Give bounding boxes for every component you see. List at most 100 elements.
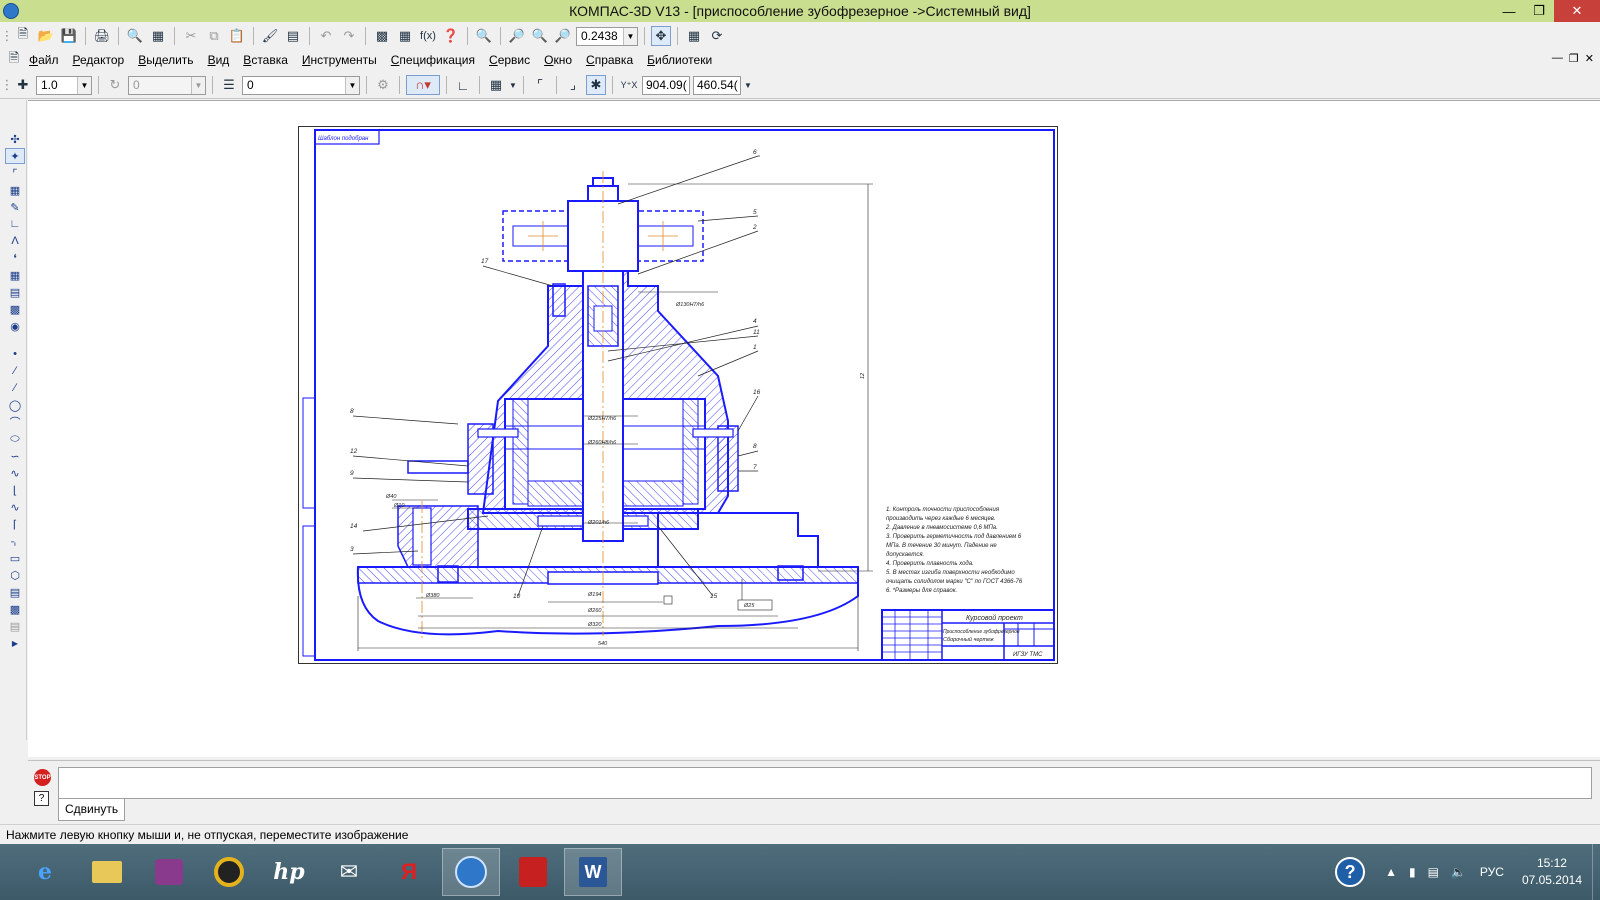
insert-toolset-icon[interactable]: ▩ xyxy=(5,301,25,317)
layer-combo[interactable]: 0 ▼ xyxy=(242,75,360,95)
doc-close-button[interactable]: ✕ xyxy=(1585,52,1594,65)
contour-icon[interactable]: ▩ xyxy=(5,601,25,617)
restore-button[interactable]: ❐ xyxy=(1524,0,1554,22)
language-indicator[interactable]: РУС xyxy=(1472,865,1512,879)
spline-icon[interactable]: ∽ xyxy=(5,448,25,464)
coord-x-field[interactable]: 904.09( xyxy=(642,75,690,95)
cursor-step-icon[interactable]: ✚ xyxy=(13,75,33,95)
tray-expand-icon[interactable]: ▲ xyxy=(1379,865,1403,879)
menu-select[interactable]: Выделить xyxy=(131,53,200,67)
word-icon[interactable]: W xyxy=(564,848,622,896)
polygon-icon[interactable]: ⬡ xyxy=(5,567,25,583)
format-brush-icon[interactable]: 🖌 xyxy=(260,26,280,46)
measure-toolset-icon[interactable]: ∟ xyxy=(5,216,25,232)
expand-panel-icon[interactable]: ▶ xyxy=(5,635,25,651)
pan-icon[interactable]: ✥ xyxy=(651,26,671,46)
close-button[interactable]: ✕ xyxy=(1554,0,1600,22)
copy-icon[interactable]: ⧉ xyxy=(204,26,224,46)
undo-icon[interactable]: ↶ xyxy=(316,26,336,46)
chevron-down-icon[interactable]: ▼ xyxy=(744,75,752,95)
yandex-browser-icon[interactable]: Я xyxy=(380,848,438,896)
arc-icon[interactable]: ⌒ xyxy=(5,414,25,430)
volume-icon[interactable]: 🔈 xyxy=(1445,865,1472,879)
clock[interactable]: 15:12 07.05.2014 xyxy=(1512,855,1592,889)
doc-restore-button[interactable]: ❐ xyxy=(1569,52,1579,65)
hatch-icon[interactable]: ▤ xyxy=(5,584,25,600)
save-icon[interactable]: 💾 xyxy=(59,26,79,46)
properties-icon[interactable]: ▤ xyxy=(283,26,303,46)
zoom-in-icon[interactable]: 🔍 xyxy=(530,26,550,46)
media-disc-icon[interactable] xyxy=(200,848,258,896)
paste-icon[interactable]: 📋 xyxy=(227,26,247,46)
help-tray-icon[interactable]: ? xyxy=(1335,857,1366,887)
step-combo[interactable]: 1.0 ▼ xyxy=(36,75,92,95)
doc-minimize-button[interactable]: — xyxy=(1552,52,1563,65)
print-icon[interactable]: 🖨 xyxy=(92,26,112,46)
menu-window[interactable]: Окно xyxy=(537,53,579,67)
presentation-app-icon[interactable] xyxy=(140,848,198,896)
menu-libraries[interactable]: Библиотеки xyxy=(640,53,719,67)
ie-icon[interactable]: e xyxy=(16,848,74,896)
pdf-reader-icon[interactable] xyxy=(504,848,562,896)
view-state-icon[interactable]: ⚙ xyxy=(373,75,393,95)
zoom-window-icon[interactable]: 🔍 xyxy=(474,26,494,46)
bezier-icon[interactable]: ∿ xyxy=(5,499,25,515)
fragments-toolset-icon[interactable]: ◉ xyxy=(5,318,25,334)
chamfer-icon[interactable]: ⌈ xyxy=(5,516,25,532)
collect-contour-icon[interactable]: ▤ xyxy=(5,618,25,634)
segment-icon[interactable]: ∕ xyxy=(5,380,25,396)
selection-toolset-icon[interactable]: Λ xyxy=(5,233,25,249)
designations-toolset-icon[interactable]: ⌜ xyxy=(5,165,25,181)
hp-icon[interactable]: hp xyxy=(260,848,318,896)
regenerate-icon[interactable]: ⟳ xyxy=(707,26,727,46)
point-icon[interactable]: • xyxy=(5,346,25,362)
redo-icon[interactable]: ↷ xyxy=(339,26,359,46)
rounding-icon[interactable]: ⌍ xyxy=(5,533,25,549)
tab-pan[interactable]: Сдвинуть xyxy=(58,799,126,821)
manager-icon[interactable]: ▦ xyxy=(148,26,168,46)
menu-tools[interactable]: Инструменты xyxy=(295,53,384,67)
snap-magnet-icon[interactable]: ∩▾ xyxy=(406,75,440,95)
preview-icon[interactable]: 🔍 xyxy=(125,26,145,46)
zoom-all-icon[interactable]: 🔎 xyxy=(507,26,527,46)
variables-icon[interactable]: ▦ xyxy=(395,26,415,46)
kompas-taskbar-icon[interactable] xyxy=(442,848,500,896)
spec-toolset-icon[interactable]: ▦ xyxy=(5,267,25,283)
dimensions-toolset-icon[interactable]: ✦ xyxy=(5,148,25,164)
menu-view[interactable]: Вид xyxy=(201,53,237,67)
ortho-mode-icon[interactable]: ⌟ xyxy=(563,75,583,95)
parametrization-toolset-icon[interactable]: ✎ xyxy=(5,199,25,215)
angle-combo[interactable]: 0 ▼ xyxy=(128,75,206,95)
rectangle-icon[interactable]: ▭ xyxy=(5,550,25,566)
chevron-down-icon[interactable]: ▼ xyxy=(509,75,517,95)
parametric-mode-icon[interactable]: ✱ xyxy=(586,75,606,95)
open-icon[interactable]: 📂 xyxy=(36,26,56,46)
angle-step-icon[interactable]: ↻ xyxy=(105,75,125,95)
coord-y-field[interactable]: 460.54( xyxy=(693,75,741,95)
menu-specification[interactable]: Спецификация xyxy=(384,53,482,67)
stop-command-icon[interactable]: STOP xyxy=(34,769,51,786)
layers-icon[interactable]: ☰ xyxy=(219,75,239,95)
associative-views-icon[interactable]: ❛ xyxy=(5,250,25,266)
auxiliary-line-icon[interactable]: ∕ xyxy=(5,363,25,379)
menu-service[interactable]: Сервис xyxy=(482,53,537,67)
ortho-icon[interactable]: ∟ xyxy=(453,75,473,95)
mail-icon[interactable]: ✉ xyxy=(320,848,378,896)
battery-icon[interactable]: ▮ xyxy=(1403,865,1422,879)
menu-help[interactable]: Справка xyxy=(579,53,640,67)
network-icon[interactable]: ▤ xyxy=(1422,865,1445,879)
zoom-combo[interactable]: 0.2438 ▼ xyxy=(576,26,638,46)
help-pointer-icon[interactable]: ❓ xyxy=(441,26,461,46)
polyline-icon[interactable]: ∿ xyxy=(5,465,25,481)
geometry-toolset-icon[interactable]: ✣ xyxy=(5,131,25,147)
help-icon[interactable]: ? xyxy=(34,791,49,806)
tree-icon[interactable]: ▩ xyxy=(372,26,392,46)
refresh-icon[interactable]: ▦ xyxy=(684,26,704,46)
reports-toolset-icon[interactable]: ▤ xyxy=(5,284,25,300)
grid-icon[interactable]: ▦ xyxy=(486,75,506,95)
file-explorer-icon[interactable] xyxy=(78,848,136,896)
local-cs-icon[interactable]: ⌜ xyxy=(530,75,550,95)
function-icon[interactable]: f(x) xyxy=(418,26,438,46)
zoom-scale-icon[interactable]: 🔎 xyxy=(553,26,573,46)
new-document-icon[interactable]: 🗎 xyxy=(13,26,33,46)
